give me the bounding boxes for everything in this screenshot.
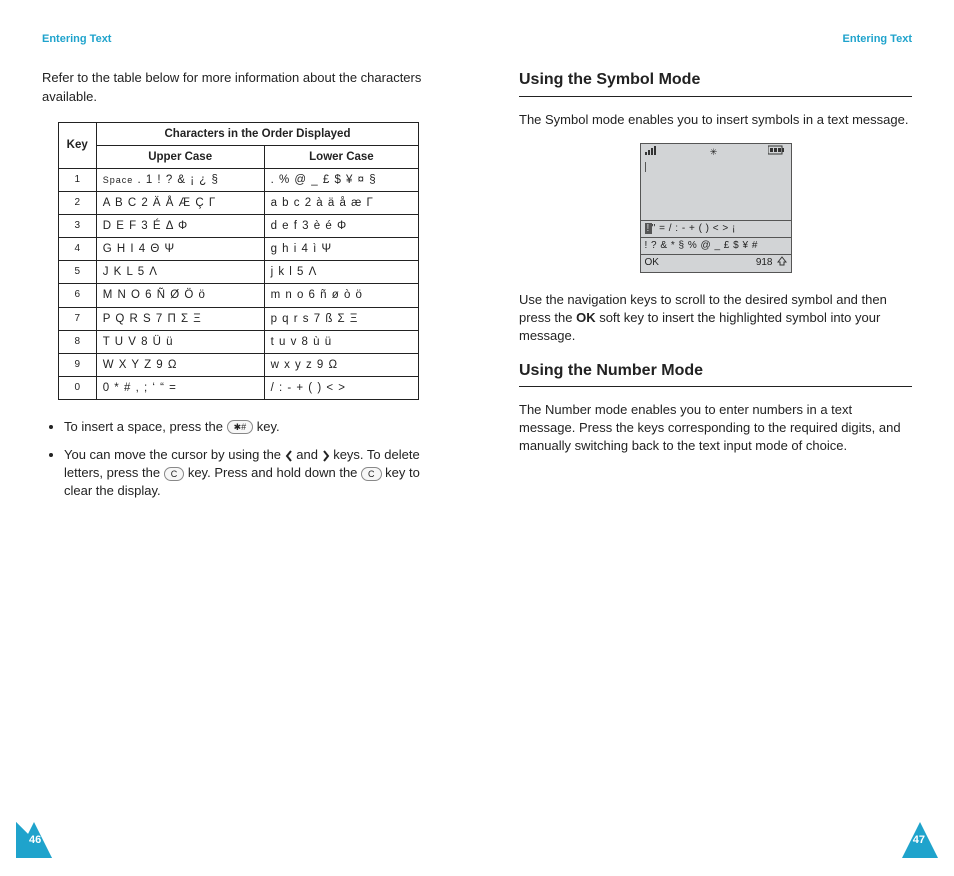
upper-cell: G H I 4 Θ Ψ [96, 238, 264, 261]
header-left: Entering Text [42, 32, 435, 47]
c-key-icon-2: C [361, 467, 382, 481]
left-arrow-icon [285, 450, 293, 462]
softkey-ok: OK [645, 256, 659, 270]
th-upper: Upper Case [96, 145, 264, 168]
star-icon: ✳ [710, 146, 718, 159]
key-cell: 6 [58, 284, 96, 307]
lower-cell: / : - + ( ) < > [264, 376, 419, 399]
lower-cell: . % @ _ £ $ ¥ ¤ § [264, 168, 419, 191]
text-cursor [645, 162, 647, 172]
number-instructions: The Number mode enables you to enter num… [519, 401, 912, 456]
c-key-icon: C [164, 467, 185, 481]
ok-bold: OK [576, 310, 596, 325]
table-row: 9W X Y Z 9 Ωw x y z 9 Ω [58, 353, 419, 376]
table-row: 4G H I 4 Θ Ψg h i 4 ì Ψ [58, 238, 419, 261]
upper-cell: 0 * # , ; ‘ “ = [96, 376, 264, 399]
page-number-right: 47 [913, 833, 925, 848]
upper-cell: Space . 1 ! ? & ¡ ¿ § [96, 168, 264, 191]
highlighted-symbol: ! [645, 223, 652, 234]
lower-cell: a b c 2 à ä å æ Γ [264, 192, 419, 215]
table-row: 8T U V 8 Ü üt u v 8 ù ü [58, 330, 419, 353]
key-cell: 3 [58, 215, 96, 238]
symbol-row-2: ! ? & * § % @ _ £ $ ¥ # [641, 238, 791, 255]
lower-cell: g h i 4 ì Ψ [264, 238, 419, 261]
table-row: 00 * # , ; ‘ “ =/ : - + ( ) < > [58, 376, 419, 399]
key-cell: 1 [58, 168, 96, 191]
th-key: Key [58, 122, 96, 168]
table-row: 1Space . 1 ! ? & ¡ ¿ §. % @ _ £ $ ¥ ¤ § [58, 168, 419, 191]
upper-cell: A B C 2 Ä Å Æ Ç Γ [96, 192, 264, 215]
upper-cell: P Q R S 7 Π Σ Ξ [96, 307, 264, 330]
lower-cell: p q r s 7 ß Σ Ξ [264, 307, 419, 330]
lower-cell: w x y z 9 Ω [264, 353, 419, 376]
key-cell: 2 [58, 192, 96, 215]
char-count: 918 [756, 256, 773, 270]
left-page: Entering Text Refer to the table below f… [0, 0, 477, 876]
shift-icon [777, 256, 787, 271]
battery-icon [768, 145, 786, 159]
table-row: 2A B C 2 Ä Å Æ Ç Γa b c 2 à ä å æ Γ [58, 192, 419, 215]
key-cell: 7 [58, 307, 96, 330]
upper-cell: J K L 5 Λ [96, 261, 264, 284]
signal-icon [645, 145, 659, 159]
heading-symbol-mode: Using the Symbol Mode [519, 69, 912, 96]
lower-cell: t u v 8 ù ü [264, 330, 419, 353]
lower-cell: d e f 3 è é Φ [264, 215, 419, 238]
notes-list: To insert a space, press the ✱# key. You… [42, 418, 435, 501]
table-row: 3D E F 3 É Δ Φd e f 3 è é Φ [58, 215, 419, 238]
phone-screen: ✳ !" = / : - + ( ) < > ¡ ! ? & * § % @ _… [640, 143, 792, 273]
header-right: Entering Text [519, 32, 912, 47]
phone-status-bar: ✳ [641, 144, 791, 160]
note-space: To insert a space, press the ✱# key. [64, 418, 435, 436]
key-cell: 8 [58, 330, 96, 353]
intro-text: Refer to the table below for more inform… [42, 69, 435, 105]
key-cell: 9 [58, 353, 96, 376]
symbol-intro: The Symbol mode enables you to insert sy… [519, 111, 912, 129]
symbol-instructions: Use the navigation keys to scroll to the… [519, 291, 912, 346]
table-row: 7P Q R S 7 Π Σ Ξp q r s 7 ß Σ Ξ [58, 307, 419, 330]
upper-cell: M N O 6 Ñ Ø Ö ö [96, 284, 264, 307]
table-row: 5J K L 5 Λj k l 5 Λ [58, 261, 419, 284]
upper-cell: D E F 3 É Δ Φ [96, 215, 264, 238]
key-cell: 4 [58, 238, 96, 261]
right-page: Entering Text Using the Symbol Mode The … [477, 0, 954, 876]
lower-cell: m n o 6 ñ ø ò ö [264, 284, 419, 307]
symbol-row-1: !" = / : - + ( ) < > ¡ [641, 221, 791, 238]
phone-text-area [641, 162, 791, 220]
heading-number-mode: Using the Number Mode [519, 360, 912, 387]
key-cell: 5 [58, 261, 96, 284]
upper-cell: W X Y Z 9 Ω [96, 353, 264, 376]
lower-cell: j k l 5 Λ [264, 261, 419, 284]
table-row: 6M N O 6 Ñ Ø Ö öm n o 6 ñ ø ò ö [58, 284, 419, 307]
th-chars: Characters in the Order Displayed [96, 122, 419, 145]
right-arrow-icon [322, 450, 330, 462]
note-cursor: You can move the cursor by using the and… [64, 446, 435, 501]
th-lower: Lower Case [264, 145, 419, 168]
key-cell: 0 [58, 376, 96, 399]
upper-cell: T U V 8 Ü ü [96, 330, 264, 353]
characters-table: Key Characters in the Order Displayed Up… [58, 122, 420, 400]
symbol-palette: !" = / : - + ( ) < > ¡ ! ? & * § % @ _ £… [641, 220, 791, 255]
page-number-left: 46 [29, 833, 41, 848]
softkey-bar: OK 918 [641, 255, 791, 272]
hash-key-icon: ✱# [227, 420, 254, 434]
